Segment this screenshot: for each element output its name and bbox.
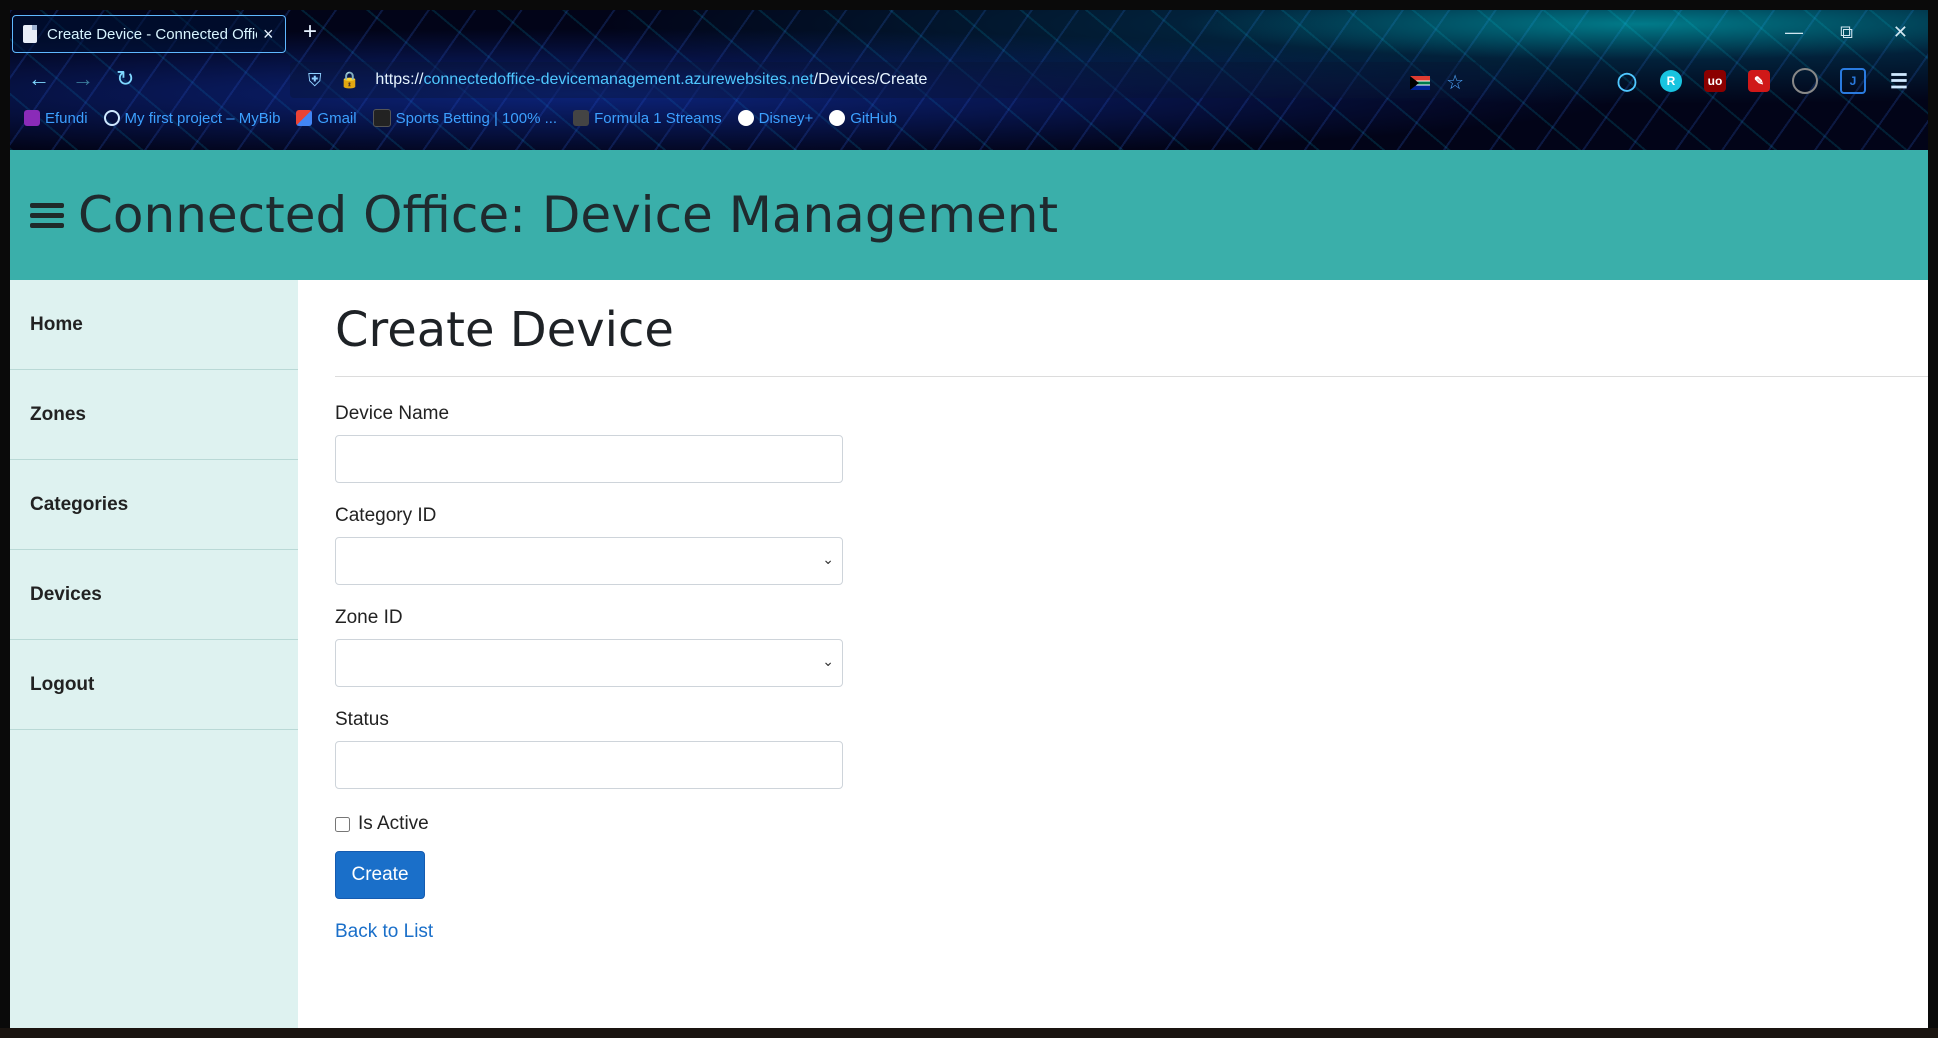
page-favicon-icon [23, 25, 37, 43]
device-name-label: Device Name [335, 403, 450, 424]
sidebar: Home Zones Categories Devices Logout [10, 280, 298, 1028]
navigation-bar: ← → ↻ ⛨ 🔒 https://connectedoffice-device… [10, 60, 1928, 102]
zone-id-group: Zone ID ⌄ [335, 607, 1928, 687]
extension-blue-icon[interactable]: J [1840, 68, 1866, 94]
url-text[interactable]: https://connectedoffice-devicemanagement… [375, 71, 927, 89]
forward-arrow-icon[interactable]: → [72, 68, 94, 90]
category-id-select[interactable]: ⌄ [335, 537, 843, 585]
lock-icon[interactable]: 🔒 [340, 70, 360, 90]
bookmark-github[interactable]: GitHub [829, 110, 897, 127]
address-bar[interactable]: ⛨ 🔒 https://connectedoffice-devicemanage… [290, 62, 1480, 98]
ublock-icon[interactable]: uo [1704, 70, 1726, 92]
tab-title: Create Device - Connected Offic [47, 25, 257, 43]
sidebar-item-devices[interactable]: Devices [10, 550, 298, 640]
bookmark-efundi[interactable]: Efundi [24, 110, 88, 127]
window-close-icon[interactable]: ✕ [1893, 22, 1908, 43]
tab-close-icon[interactable]: × [263, 24, 274, 45]
bookmark-disney[interactable]: Disney+ [737, 110, 813, 127]
sidebar-item-categories[interactable]: Categories [10, 460, 298, 550]
device-name-group: Device Name [335, 403, 1928, 483]
device-name-field[interactable] [335, 435, 843, 483]
chevron-down-icon: ⌄ [822, 551, 834, 567]
restore-icon[interactable]: ⧉ [1840, 22, 1853, 43]
status-label: Status [335, 709, 389, 730]
scrollbar[interactable] [1928, 320, 1938, 1028]
is-active-label: Is Active [358, 813, 429, 834]
page-title: Create Device [335, 302, 674, 358]
betting-icon [372, 109, 391, 127]
zone-id-select[interactable]: ⌄ [335, 639, 843, 687]
divider [335, 376, 1928, 377]
category-id-group: Category ID ⌄ [335, 505, 1928, 585]
app-title: Connected Office: Device Management [78, 186, 1059, 244]
efundi-icon [24, 110, 40, 126]
gmail-icon [296, 110, 313, 126]
create-button[interactable]: Create [335, 851, 425, 899]
tab-bar: Create Device - Connected Offic × + — ⧉ … [10, 10, 1928, 60]
extension-gray-icon[interactable] [1792, 68, 1818, 94]
bookmarks-bar: Efundi My first project – MyBib Gmail Sp… [10, 102, 1928, 134]
bookmark-mybib[interactable]: My first project – MyBib [103, 110, 280, 127]
bookmark-star-icon[interactable]: ☆ [1446, 70, 1464, 95]
formula1-icon [573, 110, 590, 126]
bookmark-formula1[interactable]: Formula 1 Streams [573, 110, 722, 127]
back-arrow-icon[interactable]: ← [28, 68, 50, 90]
is-active-row: Is Active [335, 813, 1928, 835]
main-content: Create Device Device Name Category ID ⌄ … [335, 280, 1928, 943]
tracking-shield-icon[interactable]: ⛨ [308, 70, 322, 91]
hamburger-menu-icon[interactable] [30, 202, 64, 228]
sidebar-item-logout[interactable]: Logout [10, 640, 298, 730]
sidebar-item-zones[interactable]: Zones [10, 370, 298, 460]
is-active-checkbox[interactable] [335, 816, 350, 832]
status-group: Status [335, 709, 1928, 789]
sidebar-item-home[interactable]: Home [10, 280, 298, 370]
minimize-icon[interactable]: — [1785, 22, 1803, 43]
bookmark-gmail[interactable]: Gmail [296, 110, 357, 127]
chevron-down-icon: ⌄ [822, 653, 834, 669]
translate-flag-icon[interactable] [1410, 75, 1431, 90]
menu-hamburger-icon[interactable]: ☰ [1888, 70, 1910, 93]
github-icon [829, 110, 846, 126]
extension-red-icon[interactable]: ✎ [1748, 70, 1770, 92]
taskbar-strip [0, 1028, 1938, 1038]
bookmark-sports-betting[interactable]: Sports Betting | 100% ... [372, 109, 557, 127]
back-to-list-link[interactable]: Back to List [335, 921, 1928, 943]
status-field[interactable] [335, 741, 843, 789]
globe-icon [103, 110, 120, 126]
new-tab-button[interactable]: + [303, 20, 317, 44]
reload-icon[interactable]: ↻ [116, 68, 134, 90]
web-page: Connected Office: Device Management Home… [10, 150, 1928, 1028]
browser-chrome: Create Device - Connected Offic × + — ⧉ … [10, 10, 1928, 150]
zone-id-label: Zone ID [335, 607, 403, 628]
browser-tab-active[interactable]: Create Device - Connected Offic × [12, 15, 286, 53]
extension-r-icon[interactable]: R [1660, 70, 1682, 92]
pocket-icon[interactable]: ◯ [1616, 70, 1638, 92]
extensions-toolbar: ◯ R uo ✎ J ☰ [1616, 68, 1910, 94]
category-id-label: Category ID [335, 505, 437, 526]
google-icon [737, 110, 754, 126]
app-header: Connected Office: Device Management [10, 150, 1928, 280]
